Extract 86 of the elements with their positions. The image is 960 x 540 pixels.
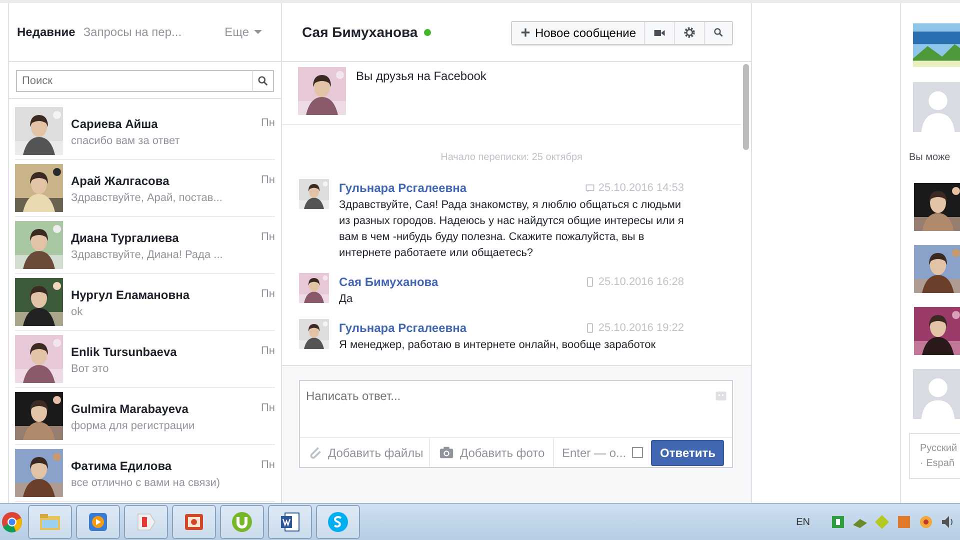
tray-app-icon	[918, 514, 934, 530]
language-link[interactable]: Русский	[920, 441, 960, 456]
search-button[interactable]	[704, 22, 732, 44]
contact-name: Фатима Едилова	[71, 458, 173, 475]
plus-icon	[520, 27, 531, 38]
message-time: Пн	[261, 458, 275, 473]
message-time: 25.10.2016 14:53	[585, 179, 684, 197]
search-field[interactable]: Поиск	[16, 70, 252, 92]
torrent-icon	[230, 510, 254, 534]
video-call-button[interactable]	[644, 22, 674, 44]
message-time: Пн	[261, 116, 275, 131]
search-button[interactable]	[252, 70, 274, 92]
message-snippet: Здравствуйте, Арай, постав...	[71, 191, 222, 206]
person-silhouette-icon	[913, 82, 960, 132]
tray-app-icon	[874, 514, 890, 530]
phone-icon	[585, 277, 596, 287]
contact-name: Диана Тургалиева	[71, 230, 180, 247]
conversation-item[interactable]: Enlik Tursunbaeva Вот это Пн	[15, 331, 275, 388]
chat-title: Сая Бимуханова	[302, 22, 418, 42]
conversation-item[interactable]: Фатима Едилова все отлично с вами на связи) Пн	[15, 445, 275, 502]
tab[interactable]: Недавние	[13, 23, 80, 41]
message-time: Пн	[261, 230, 275, 245]
paperclip-icon	[308, 445, 323, 460]
taskbar-button[interactable]	[172, 505, 216, 539]
message-time: Пн	[261, 344, 275, 359]
suggestions-heading: Вы може	[909, 151, 952, 165]
new-message-button[interactable]: Новое сообщение	[512, 22, 644, 44]
settings-button[interactable]	[674, 22, 704, 44]
tab[interactable]: Запросы на пер...	[79, 23, 186, 41]
message-snippet: все отлично с вами на связи)	[71, 476, 220, 491]
taskbar-button[interactable]	[124, 505, 168, 539]
tray-app-icon	[830, 514, 846, 530]
language-indicator[interactable]: EN	[796, 514, 810, 530]
chat-app-icon	[326, 510, 350, 534]
conversation-start-label: Начало переписки: 25 октября	[440, 151, 584, 165]
browser-icon	[0, 510, 24, 534]
message-time: 25.10.2016 19:22	[585, 319, 684, 337]
conversation-item[interactable]: Сариева Айша спасибо вам за ответ Пн	[15, 103, 275, 160]
enter-label: Enter — o...	[562, 444, 626, 462]
camera-icon	[438, 445, 455, 460]
message-time: Пн	[261, 401, 275, 416]
message-snippet: Вот это	[71, 362, 110, 377]
caret-icon	[253, 28, 263, 36]
person-silhouette-icon	[913, 369, 960, 419]
gear-icon	[683, 26, 696, 39]
conversation-item[interactable]: Нургул Еламановна ok Пн	[15, 274, 275, 331]
message-time: 25.10.2016 16:28	[585, 273, 684, 291]
message-snippet: ok	[71, 305, 84, 320]
friends-notice: Вы друзья на Facebook	[356, 68, 486, 85]
message-text: Я менеджер, работаю в интернете онлайн, вообще заработок	[339, 338, 657, 353]
message-text: Здравствуйте, Сая! Рада знакомству, я люблю общаться с людьми из разных городов. Надеюсь у нас найдутся общие интересы или я вам в чем -нибудь буду полезна. Скажите пожалуйста, вы в интернете работаете или общаетесь?	[339, 198, 685, 261]
contact-name: Gulmira Marabayeva	[71, 401, 190, 418]
composer-box[interactable]: Написать ответ... Добавить файлы Добавить фото Enter — o... Ответить	[299, 380, 733, 468]
taskbar-button[interactable]	[76, 505, 120, 539]
add-photo-button[interactable]: Добавить фото	[430, 438, 554, 467]
contact-name: Сариева Айша	[71, 116, 159, 133]
contact-name: Нургул Еламановна	[71, 287, 190, 304]
language-link[interactable]: · Españ	[920, 456, 960, 471]
message-snippet: форма для регистрации	[71, 419, 195, 434]
message-snippet: Здравствуйте, Диана! Рада ...	[71, 248, 223, 263]
phone-icon	[585, 323, 596, 333]
media-player-icon	[86, 510, 110, 534]
document-icon	[278, 510, 302, 534]
contact-name: Enlik Tursunbaeva	[71, 344, 177, 361]
message-snippet: спасибо вам за ответ	[71, 134, 180, 149]
conversation-item[interactable]: Gulmira Marabayeva форма для регистрации Пн	[15, 388, 275, 445]
scrollbar[interactable]	[743, 64, 749, 150]
enter-checkbox[interactable]	[632, 447, 644, 458]
more-dropdown[interactable]: Еще	[220, 23, 267, 41]
emoji-icon	[714, 388, 728, 403]
add-files-button[interactable]: Добавить файлы	[300, 438, 430, 467]
search-icon	[257, 75, 269, 87]
author-name[interactable]: Гульнара Рсгалеевна	[339, 179, 467, 197]
tray-app-icon	[896, 514, 912, 530]
conversation-item[interactable]: Арай Жалгасова Здравствуйте, Арай, постав... Пн	[15, 160, 275, 217]
contact-name: Арай Жалгасова	[71, 173, 170, 190]
search-icon	[713, 27, 724, 38]
author-name[interactable]: Сая Бимуханова	[339, 273, 438, 291]
conversation-item[interactable]: Диана Тургалиева Здравствуйте, Диана! Рада ... Пн	[15, 217, 275, 274]
reply-button[interactable]: Ответить	[651, 440, 724, 466]
message-text: Да	[339, 292, 354, 307]
message-time: Пн	[261, 287, 275, 302]
message-time: Пн	[261, 173, 275, 188]
author-name[interactable]: Гульнара Рсгалеевна	[339, 319, 467, 337]
taskbar-button[interactable]	[268, 505, 312, 539]
chat-bubble-icon	[585, 183, 596, 193]
